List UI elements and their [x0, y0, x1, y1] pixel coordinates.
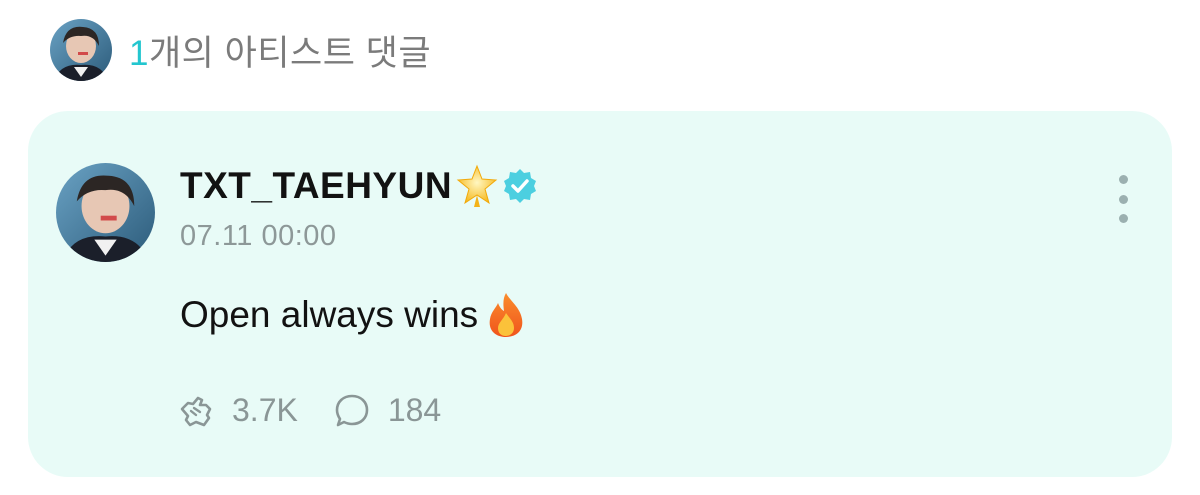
- artist-comments-header[interactable]: 1 개의 아티스트 댓글: [50, 18, 431, 82]
- artist-avatar: [50, 19, 112, 81]
- avatar-image: [50, 19, 112, 81]
- commenter-name-row: TXT_TAEHYUN: [180, 161, 538, 211]
- reply-button[interactable]: 184: [334, 392, 441, 429]
- more-dot-icon: [1118, 194, 1128, 204]
- comment-timestamp: 07.11 00:00: [180, 220, 337, 252]
- artist-comments-label: 개의 아티스트 댓글: [148, 33, 432, 73]
- more-dot-icon: [1118, 175, 1128, 184]
- like-button[interactable]: 3.7K: [178, 392, 298, 429]
- commenter-avatar-image: [56, 163, 155, 262]
- verified-icon: [504, 169, 537, 203]
- like-hands-icon: [180, 396, 212, 427]
- star-icon: [456, 164, 498, 207]
- artist-comment-card[interactable]: TXT_TAEHYUN 07.11 00:00 Open always wins: [28, 111, 1172, 477]
- speech-bubble-icon: [335, 394, 369, 427]
- comment-body: Open always wins: [180, 289, 526, 341]
- like-count: 3.7K: [232, 391, 298, 428]
- fire-icon: [489, 293, 523, 337]
- reply-count: 184: [387, 391, 442, 428]
- artist-comments-count: 1: [129, 33, 149, 73]
- comment-actions: 3.7K 184: [178, 388, 441, 432]
- artist-comments-title: 1 개의 아티스트 댓글: [129, 25, 431, 76]
- comment-text: Open always wins: [180, 294, 479, 335]
- commenter-username[interactable]: TXT_TAEHYUN: [180, 165, 452, 207]
- more-dot-icon: [1118, 214, 1128, 223]
- commenter-avatar[interactable]: [56, 163, 155, 262]
- more-options-button[interactable]: [1108, 175, 1138, 223]
